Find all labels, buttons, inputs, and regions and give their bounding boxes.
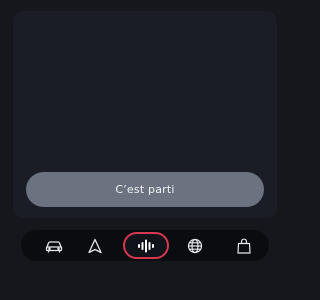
nav-item-shop[interactable] [232,230,256,261]
shopping-bag-icon [237,238,251,254]
car-icon [45,239,63,253]
nav-item-car[interactable] [42,230,66,261]
nav-item-voice[interactable] [121,230,171,261]
screen: C’est parti [0,0,300,300]
nav-item-navigation[interactable] [83,230,107,261]
bottom-navigation-bar [21,230,269,261]
start-button[interactable]: C’est parti [26,172,264,207]
voice-waveform-icon [137,239,155,253]
globe-icon [187,238,203,254]
nav-item-globe[interactable] [183,230,207,261]
navigation-arrow-icon [87,238,103,254]
voice-selected-indicator [123,232,169,259]
